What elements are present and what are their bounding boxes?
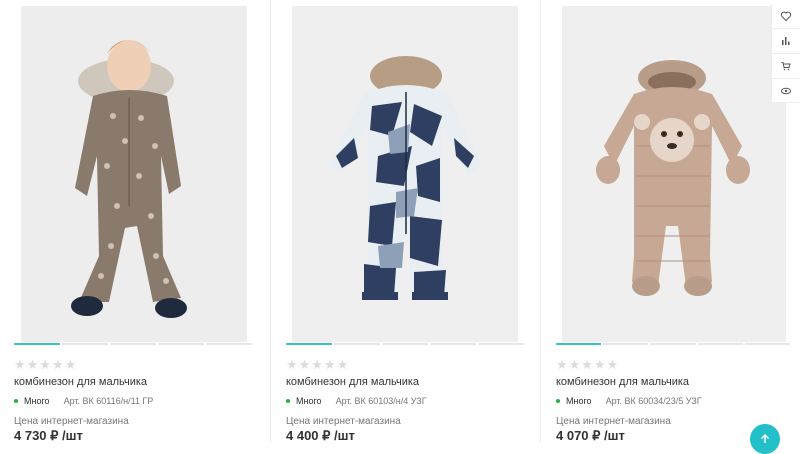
slide-indicator[interactable] (286, 343, 332, 345)
product-actions-toolbar (771, 4, 800, 103)
slide-indicator[interactable] (697, 343, 743, 345)
eye-icon (781, 87, 791, 95)
product-title[interactable]: комбинезон для мальчика (556, 376, 689, 388)
product-title[interactable]: комбинезон для мальчика (286, 376, 419, 388)
cart-icon (781, 62, 791, 71)
price-label: Цена интернет-магазина (556, 416, 671, 427)
availability-status: Много (296, 396, 322, 406)
slide-indicator[interactable] (744, 343, 791, 345)
slide-indicator[interactable] (14, 343, 60, 345)
slide-indicator[interactable] (158, 343, 204, 345)
scroll-to-top-button[interactable] (750, 424, 780, 454)
availability-row: Много Арт. ВК 60116/н/11 ГР (14, 396, 153, 406)
add-to-cart-button[interactable] (772, 54, 800, 79)
rating-stars[interactable]: ★★★★★ (556, 357, 619, 373)
availability-status: Много (24, 396, 50, 406)
product-grid: ★★★★★ комбинезон для мальчика Много Арт.… (0, 0, 800, 454)
slide-indicator[interactable] (430, 343, 476, 345)
slide-indicator[interactable] (556, 343, 602, 345)
image-slider-indicators[interactable] (286, 343, 524, 345)
product-card[interactable]: ★★★★★ комбинезон для мальчика Много Арт.… (0, 0, 268, 443)
image-slider-indicators[interactable] (556, 343, 791, 345)
quick-view-button[interactable] (772, 79, 800, 103)
product-card[interactable]: ★★★★★ комбинезон для мальчика Много Арт.… (272, 0, 540, 443)
slide-indicator[interactable] (478, 343, 524, 345)
product-image[interactable] (21, 6, 247, 342)
product-photo-camo-jumpsuit (292, 6, 518, 342)
slide-indicator[interactable] (334, 343, 380, 345)
in-stock-dot-icon (556, 399, 560, 403)
product-image[interactable] (292, 6, 518, 342)
compare-icon (782, 37, 790, 45)
divider (270, 0, 271, 442)
availability-status: Много (566, 396, 592, 406)
arrow-up-icon (760, 433, 770, 443)
rating-stars[interactable]: ★★★★★ (14, 357, 77, 373)
price-label: Цена интернет-магазина (14, 416, 129, 427)
article-number: Арт. ВК 60116/н/11 ГР (63, 396, 154, 406)
favorite-button[interactable] (772, 4, 800, 29)
article-number: Арт. ВК 60103/н/4 УЗГ (335, 396, 427, 406)
availability-row: Много Арт. ВК 60103/н/4 УЗГ (286, 396, 427, 406)
heart-icon (780, 11, 792, 22)
product-title[interactable]: комбинезон для мальчика (14, 376, 147, 388)
product-image[interactable] (562, 6, 786, 342)
slide-indicator[interactable] (603, 343, 649, 345)
slide-indicator[interactable] (650, 343, 696, 345)
rating-stars[interactable]: ★★★★★ (286, 357, 349, 373)
article-number: Арт. ВК 60034/23/5 УЗГ (605, 396, 702, 406)
slide-indicator[interactable] (110, 343, 156, 345)
product-card[interactable]: ★★★★★ комбинезон для мальчика Много Арт.… (540, 0, 800, 443)
slide-indicator[interactable] (62, 343, 108, 345)
slide-indicator[interactable] (382, 343, 428, 345)
slide-indicator[interactable] (206, 343, 252, 345)
image-slider-indicators[interactable] (14, 343, 252, 345)
in-stock-dot-icon (286, 399, 290, 403)
availability-row: Много Арт. ВК 60034/23/5 УЗГ (556, 396, 702, 406)
in-stock-dot-icon (14, 399, 18, 403)
compare-button[interactable] (772, 29, 800, 54)
price-label: Цена интернет-магазина (286, 416, 401, 427)
product-photo-bear-jumpsuit (562, 6, 786, 342)
product-photo-boy-jumpsuit (21, 6, 247, 342)
